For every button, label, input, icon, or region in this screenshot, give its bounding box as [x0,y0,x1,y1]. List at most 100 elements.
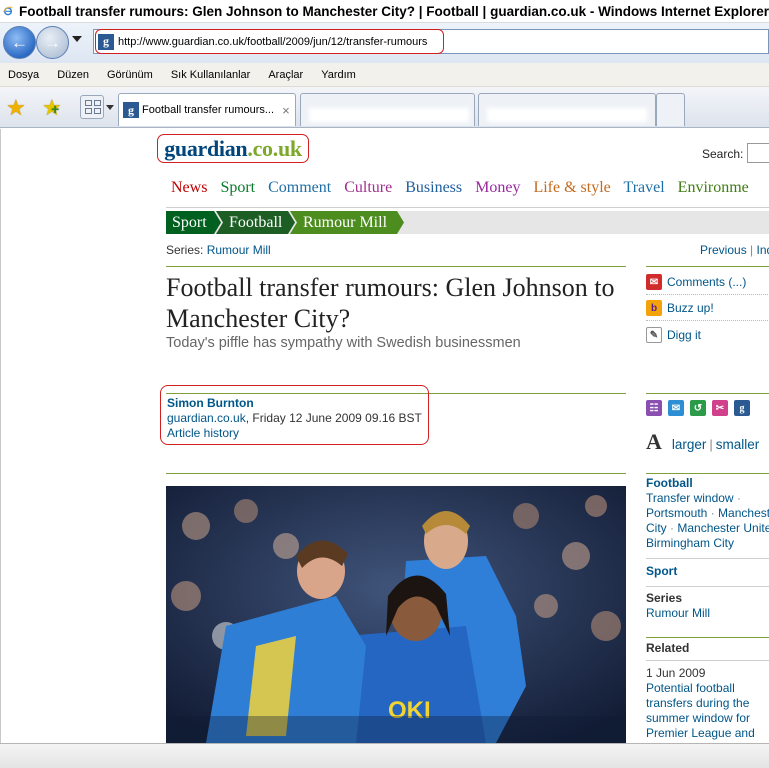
sidebar-sport-link[interactable]: Sport [646,564,769,579]
tab-list-dropdown[interactable] [106,105,114,110]
guardian-favicon-icon: g [98,33,114,50]
footballers-celebrating-image: OKI [166,486,626,743]
nav-comment[interactable]: Comment [268,179,331,196]
favorites-star-icon[interactable]: ★ [6,95,26,121]
nav-money[interactable]: Money [475,179,520,196]
tab-background[interactable] [300,93,475,126]
menu-favorites[interactable]: Sık Kullanılanlar [171,69,251,81]
article-headline: Football transfer rumours: Glen Johnson … [166,273,615,333]
portsmouth-link[interactable]: Portsmouth [646,506,707,520]
index-link[interactable]: Ind [757,243,769,257]
window-title: Football transfer rumours: Glen Johnson … [18,3,769,19]
quick-tabs-icon[interactable] [80,95,104,119]
breadcrumb-rumour-mill[interactable]: Rumour Mill [290,211,404,234]
series-link[interactable]: Rumour Mill [207,243,271,257]
nav-travel[interactable]: Travel [623,179,664,196]
article-byline: Simon Burnton guardian.co.uk, Friday 12 … [167,396,422,441]
related-article-link[interactable]: Potential football transfers during the … [646,681,769,741]
internet-explorer-icon [3,6,13,16]
nav-sport[interactable]: Sport [220,179,255,196]
sidebar-divider [646,637,769,638]
menu-tools[interactable]: Araçlar [268,69,303,81]
buzz-tool[interactable]: b Buzz up! [646,300,714,316]
digg-link[interactable]: Digg it [667,328,701,342]
recent-pages-dropdown[interactable] [72,36,82,42]
larger-text-link[interactable]: larger [672,437,707,452]
share-icon[interactable]: ↺ [690,400,706,416]
buzz-link[interactable]: Buzz up! [667,301,714,315]
url-text[interactable]: http://www.guardian.co.uk/football/2009/… [118,36,427,48]
previous-link[interactable]: Previous [700,243,747,257]
nav-culture[interactable]: Culture [344,179,392,196]
sidebar-divider [646,586,769,587]
sidebar-divider [646,473,769,474]
logo-suffix: .co.uk [247,135,302,161]
tab-bar: ★ ★ + g Football transfer rumours... × [0,87,769,128]
sidebar-related-heading: Related [646,641,690,655]
guardian-favicon-icon: g [123,102,139,118]
manchester-city-link[interactable]: Manchest [718,506,769,520]
address-bar[interactable]: g http://www.guardian.co.uk/football/200… [93,29,769,54]
sidebar-football-heading[interactable]: Football [646,476,769,491]
menu-view[interactable]: Görünüm [107,69,153,81]
related-date: 1 Jun 2009 [646,666,706,680]
email-icon[interactable]: ✉ [668,400,684,416]
menu-help[interactable]: Yardım [321,69,356,81]
breadcrumb-football[interactable]: Football [216,211,295,234]
back-button[interactable]: ← [3,26,36,59]
sidebar-divider [646,558,769,559]
source-link[interactable]: guardian.co.uk [167,411,246,425]
manchester-united-link[interactable]: Manchester United [677,521,769,535]
comments-tool[interactable]: ✉ Comments (...) [646,274,746,290]
birmingham-city-link[interactable]: Birmingham City [646,536,769,551]
text-size-icon: A [646,429,662,454]
forward-button[interactable]: → [36,26,69,59]
menu-edit[interactable]: Düzen [57,69,89,81]
transfer-window-link[interactable]: Transfer window [646,491,734,505]
nav-divider [166,207,769,208]
guardian-logo[interactable]: guardian .co.uk [157,134,309,163]
comments-link[interactable]: Comments (...) [667,275,746,289]
article-photo: OKI [166,486,626,743]
add-favorites-icon[interactable]: ★ + [42,95,62,121]
comment-bubble-icon: ✉ [646,274,662,290]
new-tab-button[interactable] [656,93,685,126]
tool-divider [646,294,769,295]
nav-business[interactable]: Business [405,179,462,196]
sidebar-series: Series Rumour Mill [646,591,769,621]
nav-environment[interactable]: Environme [678,179,749,196]
search-input[interactable] [747,143,769,163]
arrow-left-icon: ← [11,32,28,52]
nav-life-style[interactable]: Life & style [533,179,610,196]
manchester-city-link-cont[interactable]: City [646,521,667,535]
share-icons: ☷ ✉ ↺ ✂ g [646,400,756,416]
clip-icon[interactable]: ✂ [712,400,728,416]
web-page: guardian .co.uk Search: News Sport Commen… [0,129,769,743]
sidebar-series-link[interactable]: Rumour Mill [646,606,769,621]
sidebar-divider [646,266,769,267]
smaller-text-link[interactable]: smaller [716,437,760,452]
main-navigation: News Sport Comment Culture Business Mone… [171,179,758,197]
breadcrumb: Sport Rumour Mill Football [166,211,769,234]
menu-file[interactable]: Dosya [8,69,39,81]
sidebar-divider [646,660,769,661]
menu-bar: Dosya Düzen Görünüm Sık Kullanılanlar Ar… [0,63,769,87]
status-bar [0,743,769,768]
digg-icon: ✎ [646,327,662,343]
author-link[interactable]: Simon Burnton [167,396,422,411]
tab-active[interactable]: g Football transfer rumours... × [118,93,296,126]
buzz-icon: b [646,300,662,316]
tab-background[interactable] [478,93,656,126]
series-line: Series: Rumour Mill [166,243,271,257]
breadcrumb-sport[interactable]: Sport [166,211,221,234]
series-prefix: Series: [166,243,204,257]
search-label: Search: [702,147,744,161]
tab-close-icon[interactable]: × [282,103,290,118]
guardian-icon[interactable]: g [734,400,750,416]
nav-news[interactable]: News [171,179,207,196]
publish-date: , Friday 12 June 2009 09.16 BST [245,411,422,425]
article-history-link[interactable]: Article history [167,426,422,441]
print-icon[interactable]: ☷ [646,400,662,416]
text-size-control: A larger | smaller [646,429,759,455]
digg-tool[interactable]: ✎ Digg it [646,327,701,343]
